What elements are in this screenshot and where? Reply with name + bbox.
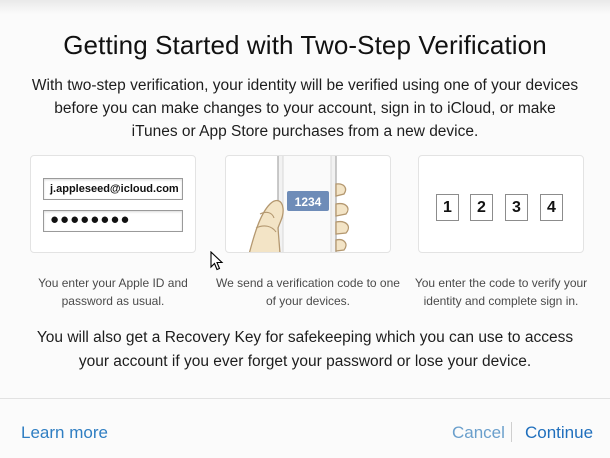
verification-code-text: 1234 [295,195,322,209]
hand-holding-phone-icon: 1234 [248,156,350,252]
code-digit-box: 1 [436,194,459,221]
button-separator [511,422,512,442]
dialog-title: Getting Started with Two-Step Verificati… [63,30,547,60]
continue-button[interactable]: Continue [525,423,593,443]
step-3-illustration: 1 2 3 4 [418,155,584,253]
learn-more-link[interactable]: Learn more [21,423,108,443]
code-digit-box: 3 [505,194,528,221]
code-digit-box: 2 [470,194,493,221]
mock-apple-id-field: j.appleseed@icloud.com [43,178,183,200]
step-1-illustration: j.appleseed@icloud.com ●●●●●●●● [30,155,196,253]
mock-password-field: ●●●●●●●● [43,210,183,232]
step-1-caption: You enter your Apple ID and password as … [38,276,188,308]
recovery-key-text: You will also get a Recovery Key for saf… [36,329,574,370]
dialog-intro-text: With two-step verification, your identit… [31,77,579,140]
mouse-pointer-icon [210,251,224,271]
step-2-illustration: 1234 [225,155,391,253]
step-3-caption: You enter the code to verify your identi… [414,276,588,308]
code-digit-box: 4 [540,194,563,221]
two-step-dialog: Getting Started with Two-Step Verificati… [0,0,610,458]
step-2-caption: We send a verification code to one of yo… [216,276,400,308]
dialog-top-edge [0,0,610,14]
cancel-button[interactable]: Cancel [452,423,505,443]
